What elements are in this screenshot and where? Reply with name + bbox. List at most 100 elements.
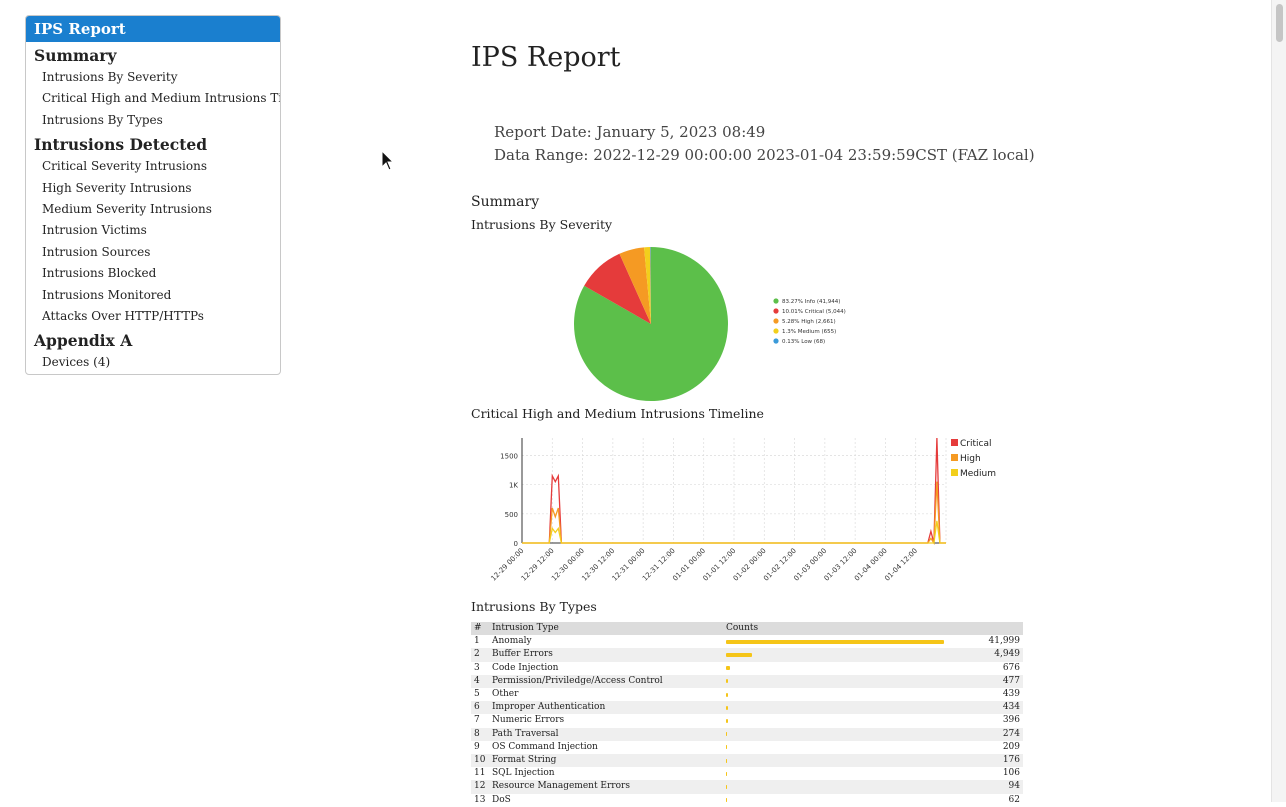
table-row: 3 Code Injection 676 [471, 662, 1023, 675]
row-type: Numeric Errors [492, 715, 565, 726]
y-tick-label: 500 [505, 511, 518, 519]
count-bar [726, 771, 728, 776]
nav-item-intrusions-blocked[interactable]: Intrusions Blocked [26, 263, 280, 284]
types-chart-label: Intrusions By Types [471, 599, 597, 614]
y-tick-label: 1K [509, 482, 518, 490]
table-row: 1 Anomaly 41,999 [471, 635, 1023, 648]
nav-item-high-severity-intrusions[interactable]: High Severity Intrusions [26, 178, 280, 199]
legend-swatch [773, 308, 779, 314]
row-count: 4,949 [977, 648, 1023, 662]
row-type: OS Command Injection [492, 741, 598, 752]
row-rank: 5 [474, 689, 480, 700]
row-type: Other [492, 689, 519, 700]
row-count: 176 [977, 754, 1023, 768]
row-count: 439 [1002, 689, 1020, 700]
row-bar-cell [723, 648, 977, 662]
row-count: 676 [1002, 662, 1020, 673]
row-bar-cell [723, 701, 977, 715]
legend-label-high: High [960, 454, 981, 464]
table-row: 11 SQL Injection 106 [471, 767, 1023, 780]
nav-item-intrusion-victims[interactable]: Intrusion Victims [26, 220, 280, 241]
nav-body: Summary Intrusions By Severity Critical Hi… [26, 44, 280, 374]
row-count: 41,999 [988, 636, 1021, 647]
legend-swatch-critical [951, 439, 958, 446]
table-row: 9 OS Command Injection 209 [471, 741, 1023, 754]
row-rank: 9 [474, 741, 480, 752]
col-rank-header: # [471, 622, 489, 636]
legend-swatch-medium [951, 469, 958, 476]
report-date: Report Date: January 5, 2023 08:49 [494, 123, 766, 141]
row-count: 274 [977, 727, 1023, 741]
row-bar-cell [723, 714, 977, 727]
scrollbar-thumb[interactable] [1276, 4, 1283, 42]
count-bar [726, 666, 730, 671]
table-row: 6 Improper Authentication 434 [471, 701, 1023, 715]
nav-item-medium-severity-intrusions[interactable]: Medium Severity Intrusions [26, 199, 280, 220]
nav-item-critical-high-and-medium-intrusions-timeline[interactable]: Critical High and Medium Intrusions Time… [26, 88, 280, 109]
nav-section-summary[interactable]: Summary [26, 44, 280, 67]
legend-entry: 1.3% Medium (655) [782, 329, 836, 335]
row-count: 94 [977, 780, 1023, 794]
nav-item-intrusion-sources[interactable]: Intrusion Sources [26, 242, 280, 263]
row-rank: 7 [474, 715, 480, 726]
mouse-cursor-icon [381, 149, 395, 176]
nav-item-intrusions-by-severity[interactable]: Intrusions By Severity [26, 67, 280, 88]
timeline-chart-label: Critical High and Medium Intrusions Time… [471, 406, 764, 421]
col-counts-header: Counts [723, 622, 1023, 636]
row-type: SQL Injection [492, 768, 555, 779]
row-type: DoS [492, 794, 511, 805]
legend-swatch-high [951, 454, 958, 461]
page-title: IPS Report [471, 42, 621, 73]
legend-label-medium: Medium [960, 469, 996, 479]
count-bar [726, 653, 752, 657]
row-rank: 13 [474, 794, 486, 805]
table-row: 7 Numeric Errors 396 [471, 714, 1023, 727]
row-rank: 10 [471, 754, 489, 768]
row-bar-cell [723, 767, 977, 780]
row-bar-cell [723, 727, 977, 741]
row-rank: 4 [471, 674, 489, 689]
nav-item-intrusions-by-types[interactable]: Intrusions By Types [26, 110, 280, 131]
nav-item-devices-4[interactable]: Devices (4) [26, 352, 280, 373]
row-type: Buffer Errors [489, 648, 723, 662]
vertical-scrollbar[interactable] [1271, 0, 1286, 802]
col-type-header: Intrusion Type [489, 622, 723, 636]
nav-item-intrusions-monitored[interactable]: Intrusions Monitored [26, 285, 280, 306]
row-count: 477 [977, 674, 1023, 689]
row-count: 62 [1008, 794, 1020, 805]
y-tick-label: 0 [514, 540, 518, 548]
count-bar [726, 785, 728, 790]
row-rank: 11 [474, 768, 486, 779]
intrusion-types-table: # Intrusion Type Counts 1 Anomaly 41,999 2 B… [471, 622, 1023, 807]
report-meta: Report Date: January 5, 2023 08:49 Data … [494, 121, 1035, 167]
nav-item-critical-severity-intrusions[interactable]: Critical Severity Intrusions [26, 156, 280, 177]
nav-title[interactable]: IPS Report [26, 16, 280, 42]
row-rank: 1 [474, 636, 480, 647]
table-header-row: # Intrusion Type Counts [471, 622, 1023, 636]
table-row: 10 Format String 176 [471, 754, 1023, 768]
table-row: 5 Other 439 [471, 688, 1023, 701]
legend-entry: 0.13% Low (68) [782, 339, 825, 345]
row-type: Permission/Priviledge/Access Control [489, 674, 723, 689]
count-bar [726, 639, 944, 644]
count-bar [726, 705, 729, 710]
table-row: 13 DoS 62 [471, 794, 1023, 807]
nav-section-appendix-a[interactable]: Appendix A [26, 329, 280, 352]
row-type: Path Traversal [489, 727, 723, 741]
legend-entry: 83.27% Info (41,944) [782, 299, 840, 305]
nav-section-intrusions-detected[interactable]: Intrusions Detected [26, 133, 280, 156]
legend-swatch [773, 338, 779, 344]
row-count: 396 [1002, 715, 1020, 726]
count-bar [726, 692, 729, 697]
row-type: Anomaly [492, 636, 532, 647]
table-row: 4 Permission/Priviledge/Access Control 477 [471, 674, 1023, 689]
nav-item-attacks-over-http-https[interactable]: Attacks Over HTTP/HTTPs [26, 306, 280, 327]
row-bar-cell [723, 662, 977, 675]
row-bar-cell [723, 688, 977, 701]
timeline-line-chart: 05001K150012-29 00:0012-29 12:0012-30 00… [490, 437, 996, 583]
count-bar [726, 679, 729, 684]
row-rank: 3 [474, 662, 480, 673]
legend-swatch [773, 318, 779, 324]
row-rank: 6 [471, 701, 489, 715]
report-navigation: IPS Report Summary Intrusions By Severity… [25, 15, 281, 375]
